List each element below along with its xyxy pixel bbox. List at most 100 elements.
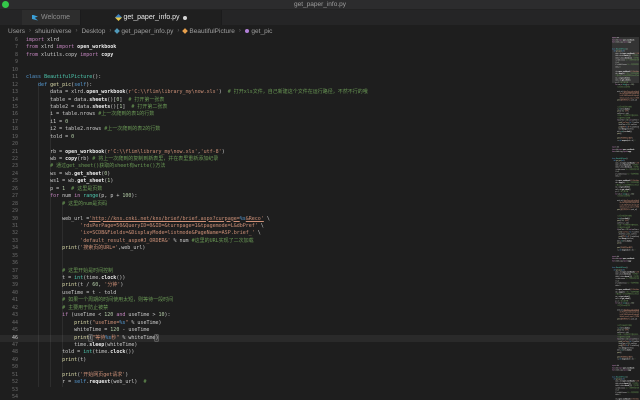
tab-get-paper-info[interactable]: get_paper_info.py (81, 10, 223, 25)
minimap-line: 34 print('搜索页的URL=',web_url) (612, 99, 639, 101)
welcome-preview-icon (32, 14, 38, 21)
line-number: 12 (11, 81, 18, 88)
code-line[interactable]: 54 (0, 394, 640, 400)
line-number: 15 (11, 103, 18, 110)
code-line[interactable]: 10 (0, 67, 640, 74)
line-content: class BeautifulPicture(): (26, 74, 102, 81)
line-number: 52 (11, 379, 18, 386)
line-number: 32 (11, 230, 18, 237)
editor[interactable]: 6 import xlrd 7 from xlrd import open_workb… (0, 37, 640, 400)
line-content: # 如果一个周期的时间使用太短，则等待一段时间 (62, 297, 174, 304)
code-line[interactable]: 43 if (useTime < 120 and useTime > 10): (0, 312, 640, 319)
code-line[interactable]: 24 ws = wb.get_sheet(0) (0, 171, 640, 178)
line-number: 17 (11, 118, 18, 125)
code-line[interactable]: 12 def get_pic(self): (0, 82, 640, 89)
file-symbol-icon (114, 28, 121, 34)
line-number: 47 (11, 341, 18, 348)
breadcrumb-item-users[interactable]: Users (8, 28, 25, 35)
line-number: 41 (11, 297, 18, 304)
breadcrumb-item-method[interactable]: get_pic (244, 28, 272, 35)
traffic-light-green-icon[interactable] (2, 1, 9, 8)
tab-bar: Welcome get_paper_info.py (0, 10, 640, 25)
line-number: 53 (11, 386, 18, 393)
code-line[interactable]: 31 'rdsPerPage=50&QueryID=0&ID=&turnpage… (0, 223, 640, 230)
line-number: 9 (14, 59, 18, 66)
code-line[interactable]: 19 told = 0 (0, 134, 640, 141)
code-line[interactable]: 25 ws1 = wb.get_sheet(1) (0, 178, 640, 185)
line-number: 18 (11, 126, 18, 133)
line-content: i = table.nrows #上一次爬到的表1的行数 (26, 111, 155, 118)
minimap-content: 6import xlrd7from xlrd import open_workb… (612, 37, 639, 400)
code-line[interactable]: 36 (0, 260, 640, 267)
code-line[interactable]: 11 class BeautifulPicture(): (0, 74, 640, 81)
code-line[interactable]: 14 table = data.sheets()[0] # 打开第一张表 (0, 97, 640, 104)
code-line[interactable]: 30 web_url ='http://kns.cnki.net/kns/bri… (0, 216, 640, 223)
line-number: 14 (11, 96, 18, 103)
code-line[interactable]: 48 told = int(time.clock()) (0, 349, 640, 356)
code-line[interactable]: 39 print(t / 60, '分钟') (0, 282, 640, 289)
breadcrumb-separator: › (177, 28, 180, 34)
code-line[interactable]: 53 (0, 387, 640, 394)
code-line[interactable]: 50 (0, 364, 640, 371)
python-file-icon (114, 13, 122, 22)
code-line[interactable]: 42 # 主要用于防止被禁 (0, 305, 640, 312)
code-line[interactable]: 34 print('搜索页的URL=',web_url) (0, 245, 640, 252)
code-line[interactable]: 45 whiteTime = 120 - useTime (0, 327, 640, 334)
code-line[interactable]: 28 # 这里的num是页码 (0, 201, 640, 208)
code-line[interactable]: 29 (0, 208, 640, 215)
breadcrumb-item-class[interactable]: BeautifulPicture (182, 28, 235, 35)
line-content: for num in range(p, p + 100): (26, 193, 138, 200)
code-line[interactable]: 20 (0, 141, 640, 148)
line-content: from xlutils.copy import copy (612, 260, 632, 262)
line-content: rb = open_workbook(r'C:\\flim\library_my… (26, 148, 225, 155)
line-number: 26 (11, 185, 18, 192)
breadcrumb-item-user-folder[interactable]: shuiuniverse (35, 28, 72, 35)
line-content: told = 0 (612, 175, 621, 178)
modified-dot-icon[interactable] (182, 15, 187, 20)
code-line[interactable]: 23 # 通过get_sheet()获取的sheet有write()方法 (0, 163, 640, 170)
line-number: 49 (11, 356, 18, 363)
breadcrumb-item-desktop[interactable]: Desktop (81, 28, 105, 35)
line-content: print('开始网页get请求') (62, 371, 129, 378)
code-line[interactable]: 37 # 这里开始是时间控制 (0, 268, 640, 275)
code-line[interactable]: 49 print(t) (0, 357, 640, 364)
code-line[interactable]: 47 time.sleep(whiteTime) (0, 342, 640, 349)
code-line[interactable]: 35 (0, 253, 640, 260)
line-content: r = self.request(web_url) # (26, 379, 147, 386)
code-line[interactable]: 27 for num in range(p, p + 100): (0, 193, 640, 200)
line-content: r = self.request(web_url) # (612, 248, 636, 251)
code-line[interactable]: 21 rb = open_workbook(r'C:\\flim\library… (0, 149, 640, 156)
line-content: if (useTime < 120 and useTime > 10): (26, 312, 171, 319)
code-area[interactable]: 6 import xlrd 7 from xlrd import open_workb… (0, 37, 640, 400)
code-line[interactable]: 6 import xlrd (0, 37, 640, 44)
code-line[interactable]: 7 from xlrd import open_workbook (0, 44, 640, 51)
line-content: print(t) (617, 242, 622, 245)
minimap[interactable]: 6import xlrd7from xlrd import open_workb… (612, 37, 639, 400)
code-line[interactable]: 26 p = 1 # 这里是页数 (0, 186, 640, 193)
code-line[interactable]: 32 'ix=SCDB&Fields=&DisplayMode=listmode… (0, 230, 640, 237)
line-content: time.sleep(whiteTime) (26, 341, 138, 348)
code-line[interactable]: 13 data = xlrd.open_workbook(r'C:\\flim\… (0, 89, 640, 96)
code-line[interactable]: 44 print("useTime=%s" % useTime) (0, 320, 640, 327)
code-line[interactable]: 9 (0, 59, 640, 66)
breadcrumb-item-file[interactable]: get_paper_info.py (114, 28, 173, 35)
code-line[interactable]: 51 print('开始网页get请求') (0, 372, 640, 379)
breadcrumb-separator: › (109, 28, 112, 34)
line-content: whiteTime = 120 - useTime (26, 327, 150, 334)
class-symbol-icon (182, 28, 189, 34)
line-content: # 这里的num是页码 (617, 86, 631, 88)
line-number: 38 (11, 275, 18, 281)
code-line[interactable]: 16 i = table.nrows #上一次爬到的表1的行数 (0, 111, 640, 118)
line-content: i2 = table2.nrows #上一次爬到的表2的行数 (26, 126, 161, 133)
line-number: 35 (11, 252, 18, 259)
line-content: print(t) (62, 356, 87, 363)
titlebar: get_paper_info.py (0, 0, 640, 10)
code-line[interactable]: 46 print("等待%s秒" % whiteTime) (0, 334, 640, 342)
line-number: 8 (14, 51, 18, 58)
tab-welcome[interactable]: Welcome (22, 10, 82, 25)
code-line[interactable]: 41 # 如果一个周期的时间使用太短，则等待一段时间 (0, 297, 640, 304)
code-line[interactable]: 52 r = self.request(web_url) # (0, 379, 640, 386)
code-line[interactable]: 18 i2 = table2.nrows #上一次爬到的表2的行数 (0, 126, 640, 133)
code-line[interactable]: 8 from xlutils.copy import copy (0, 52, 640, 59)
line-number: 48 (11, 349, 18, 356)
